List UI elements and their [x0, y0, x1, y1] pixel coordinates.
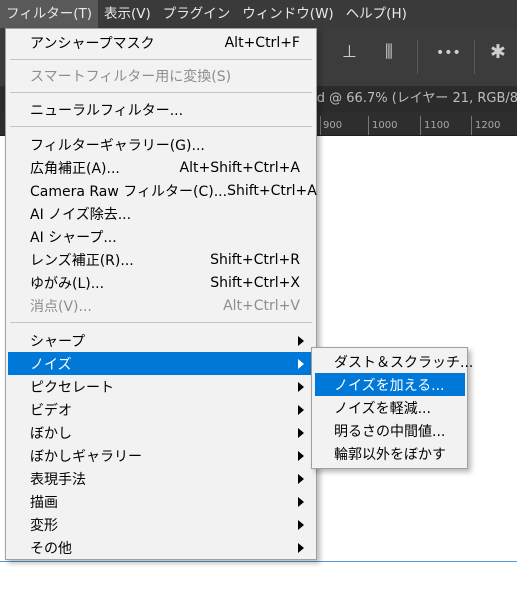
menu-item-label: ノイズを軽減... — [334, 400, 431, 417]
menu-item-shortcut: Shift+Ctrl+A — [227, 182, 317, 199]
menu-item-lens-correction[interactable]: レンズ補正(R)... Shift+Ctrl+R — [8, 248, 314, 271]
noise-submenu: ダスト＆スクラッチ... ノイズを加える... ノイズを軽減... 明るさの中間… — [311, 347, 473, 469]
menu-bar: フィルター(T) 表示(V) プラグイン ウィンドウ(W) ヘルプ(H) — [0, 0, 517, 28]
menu-item-vanishing-point[interactable]: 消点(V)... Alt+Ctrl+V — [8, 294, 314, 317]
menu-item-label: 描画 — [30, 494, 58, 511]
menu-item-label: ビデオ — [30, 402, 72, 419]
ruler-tick — [368, 116, 369, 135]
menu-item-label: ノイズを加える... — [334, 377, 445, 394]
submenu-arrow-icon — [298, 497, 304, 507]
submenu-item-dust-scratches[interactable]: ダスト＆スクラッチ... — [315, 350, 473, 373]
menu-separator — [10, 126, 312, 127]
menu-item-label: ノイズ — [30, 356, 72, 373]
menu-item-pixelate[interactable]: ピクセレート — [8, 375, 314, 398]
ruler-tick — [471, 116, 472, 135]
submenu-item-add-noise[interactable]: ノイズを加える... — [315, 373, 465, 396]
menu-item-distort[interactable]: 変形 — [8, 513, 314, 536]
menu-item-label: フィルターギャラリー(G)... — [30, 137, 205, 154]
menu-item-label: 変形 — [30, 517, 58, 534]
options-divider — [474, 40, 475, 74]
menu-item-noise[interactable]: ノイズ — [8, 352, 314, 375]
ruler-label: 1000 — [372, 120, 398, 131]
submenu-arrow-icon — [298, 405, 304, 415]
menu-item-render[interactable]: 描画 — [8, 490, 314, 513]
submenu-item-despeckle[interactable]: 輪郭以外をぼかす — [315, 442, 465, 465]
menu-item-shortcut: Shift+Ctrl+R — [210, 251, 300, 268]
menu-item-label: ニューラルフィルター... — [30, 102, 184, 119]
menu-item-label: AI ノイズ除去... — [30, 206, 132, 223]
menu-separator — [10, 59, 312, 60]
menu-item-label: 明るさの中間値... — [334, 423, 446, 440]
menu-item-adaptive-wide-angle[interactable]: 広角補正(A)... Alt+Shift+Ctrl+A — [8, 156, 314, 179]
menu-item-label: ピクセレート — [30, 379, 114, 396]
guide-line — [0, 561, 517, 562]
menu-item-label: Camera Raw フィルター(C)... — [30, 183, 228, 200]
menu-item-label: ゆがみ(L)... — [30, 275, 105, 292]
align-center-icon[interactable]: ⫼ — [385, 42, 393, 62]
menu-item-shortcut: Alt+Shift+Ctrl+A — [179, 159, 300, 176]
submenu-arrow-icon — [298, 520, 304, 530]
menu-item-video[interactable]: ビデオ — [8, 398, 314, 421]
menu-item-camera-raw[interactable]: Camera Raw フィルター(C)... Shift+Ctrl+A — [8, 179, 317, 202]
menu-item-unsharp-mask[interactable]: アンシャープマスク Alt+Ctrl+F — [8, 31, 314, 54]
gear-icon[interactable]: ✱ — [490, 41, 506, 63]
menu-item-ai-denoise[interactable]: AI ノイズ除去... — [8, 202, 314, 225]
ruler-tick — [320, 116, 321, 135]
menu-item-label: ぼかし — [30, 425, 72, 442]
submenu-arrow-icon — [298, 543, 304, 553]
menubar-window[interactable]: ウィンドウ(W) — [236, 0, 339, 28]
filter-menu: アンシャープマスク Alt+Ctrl+F スマートフィルター用に変換(S) ニュ… — [5, 28, 317, 560]
ruler-label: 1200 — [475, 120, 501, 131]
submenu-arrow-icon — [298, 451, 304, 461]
menu-item-stylize[interactable]: 表現手法 — [8, 467, 314, 490]
menu-separator — [10, 322, 312, 323]
align-bottom-icon[interactable]: ⊥ — [342, 42, 357, 62]
options-divider — [417, 40, 418, 74]
menu-item-label: 輪郭以外をぼかす — [334, 446, 446, 463]
menu-item-shortcut: Alt+Ctrl+F — [224, 34, 300, 51]
menu-item-label: ダスト＆スクラッチ... — [334, 354, 474, 371]
menu-item-convert-smart-filter[interactable]: スマートフィルター用に変換(S) — [8, 64, 314, 87]
menu-item-blur-gallery[interactable]: ぼかしギャラリー — [8, 444, 314, 467]
submenu-arrow-icon — [298, 382, 304, 392]
menu-separator — [10, 92, 312, 93]
menu-item-shortcut: Shift+Ctrl+X — [210, 274, 300, 291]
submenu-arrow-icon — [298, 474, 304, 484]
menubar-plugins[interactable]: プラグイン — [157, 0, 237, 28]
menu-item-other[interactable]: その他 — [8, 536, 314, 559]
menu-item-label: 表現手法 — [30, 471, 86, 488]
submenu-item-median[interactable]: 明るさの中間値... — [315, 419, 465, 442]
document-tab-title: sd @ 66.7% (レイヤー 21, RGB/8) — [310, 91, 517, 106]
menu-item-label: その他 — [30, 540, 72, 557]
submenu-arrow-icon — [298, 359, 304, 369]
menu-item-label: ぼかしギャラリー — [30, 448, 142, 465]
menu-item-shortcut: Alt+Ctrl+V — [223, 297, 300, 314]
submenu-arrow-icon — [298, 336, 304, 346]
menu-item-sharpen[interactable]: シャープ — [8, 329, 314, 352]
menu-item-ai-sharpen[interactable]: AI シャープ... — [8, 225, 314, 248]
menu-item-label: 消点(V)... — [30, 298, 92, 315]
submenu-item-reduce-noise[interactable]: ノイズを軽減... — [315, 396, 465, 419]
menu-item-blur[interactable]: ぼかし — [8, 421, 314, 444]
menu-item-liquify[interactable]: ゆがみ(L)... Shift+Ctrl+X — [8, 271, 314, 294]
menu-item-label: レンズ補正(R)... — [30, 252, 134, 269]
more-icon[interactable]: ••• — [436, 45, 461, 61]
ruler-label: 900 — [323, 120, 343, 131]
menubar-help[interactable]: ヘルプ(H) — [340, 0, 413, 28]
ruler-label: 1100 — [424, 120, 450, 131]
menu-item-filter-gallery[interactable]: フィルターギャラリー(G)... — [8, 133, 314, 156]
submenu-arrow-icon — [298, 428, 304, 438]
menu-item-label: AI シャープ... — [30, 229, 117, 246]
menu-item-label: シャープ — [30, 333, 86, 350]
menubar-filter[interactable]: フィルター(T) — [0, 0, 99, 28]
menubar-view[interactable]: 表示(V) — [98, 0, 157, 28]
menu-item-neural-filters[interactable]: ニューラルフィルター... — [8, 98, 314, 121]
menu-item-label: 広角補正(A)... — [30, 160, 120, 177]
menu-item-label: スマートフィルター用に変換(S) — [30, 68, 232, 85]
menu-item-label: アンシャープマスク — [30, 35, 155, 52]
ruler-tick — [420, 116, 421, 135]
